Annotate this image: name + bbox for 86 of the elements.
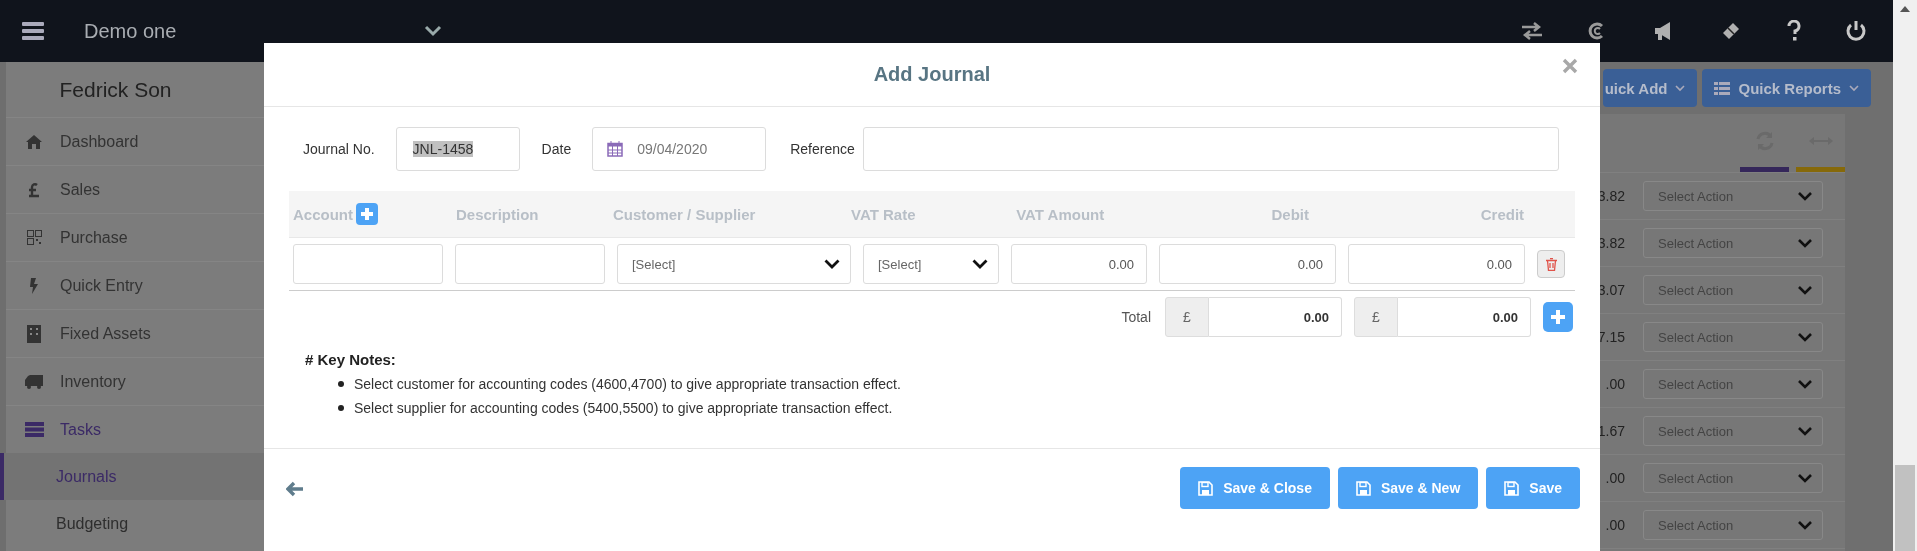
debit-field[interactable]: 0.00	[1159, 244, 1336, 284]
quick-reports-button[interactable]: Quick Reports	[1702, 69, 1871, 107]
bullet-icon	[338, 381, 344, 387]
menu-icon[interactable]	[22, 22, 44, 40]
home-icon	[26, 134, 42, 149]
column-header: VAT Amount	[1016, 205, 1105, 223]
sidebar-subitem[interactable]: Journals	[0, 453, 265, 500]
column-header: Description	[455, 205, 539, 223]
save-button[interactable]: Save & Close	[1180, 467, 1330, 509]
caret-icon	[1798, 520, 1812, 530]
sidebar-subitem[interactable]: Budgeting	[0, 500, 265, 547]
credit-field[interactable]: 0.00	[1348, 244, 1525, 284]
credit-total-field[interactable]: 0.00	[1398, 297, 1531, 337]
caret-icon	[1798, 191, 1812, 201]
pound-icon	[28, 181, 40, 198]
chevron-down-icon[interactable]	[424, 25, 442, 37]
note-text: Select supplier for accounting codes (5400,5500) to give appropriate transaction effect.	[354, 400, 893, 416]
amount-text: 7.15	[1597, 329, 1625, 345]
save-icon	[1504, 480, 1520, 496]
vat-rate-dropdown[interactable]: [Select]	[863, 244, 999, 284]
amount-text: 3.82	[1597, 188, 1625, 204]
caret-icon	[1798, 379, 1812, 389]
amount-text: 3.82	[1597, 235, 1625, 251]
currency-symbol: £	[1354, 297, 1398, 337]
column-header: Debit	[1271, 205, 1309, 223]
amount-text: .00	[1605, 517, 1625, 533]
notes-heading: # Key Notes:	[305, 351, 397, 368]
amount-text: 1.67	[1597, 423, 1625, 439]
caret-icon	[1798, 238, 1812, 248]
description-field[interactable]	[455, 244, 605, 284]
trash-icon	[1545, 257, 1557, 271]
save-icon	[1198, 480, 1214, 496]
amount-text: .00	[1605, 376, 1625, 392]
save-button[interactable]: Save & New	[1337, 467, 1479, 509]
lightning-icon	[29, 277, 39, 294]
qr-code-icon	[26, 230, 42, 245]
column-header: Account	[293, 205, 353, 223]
currency-symbol: £	[1165, 297, 1209, 337]
back-arrow-icon[interactable]	[286, 481, 304, 497]
column-header: VAT Rate	[851, 205, 916, 223]
note-text: Select customer for accounting codes (4600,4700) to give appropriate transaction effect.	[354, 376, 901, 392]
caret-icon	[1798, 426, 1812, 436]
date-field[interactable]: 09/04/2020	[592, 127, 767, 171]
delete-row-button[interactable]	[1537, 250, 1565, 278]
save-button[interactable]: Save	[1486, 467, 1580, 509]
dialog-title: Add Journal	[873, 63, 991, 86]
caret-icon	[1798, 285, 1812, 295]
vat-amount-field[interactable]: 0.00	[1011, 244, 1147, 284]
column-header: Customer / Supplier	[612, 205, 756, 223]
field-label: Date	[541, 141, 572, 157]
company-name[interactable]: Demo one	[84, 19, 424, 43]
total-label: Total	[1121, 309, 1151, 325]
help-icon[interactable]	[1786, 20, 1802, 42]
scroll-up-icon[interactable]	[1900, 6, 1910, 12]
calendar-icon	[607, 141, 624, 157]
close-icon[interactable]	[1562, 58, 1578, 74]
customer-supplier-dropdown[interactable]: [Select]	[617, 244, 851, 284]
scrollbar-track[interactable]	[1893, 0, 1917, 551]
caret-icon	[824, 259, 840, 269]
add-row-icon[interactable]	[1543, 302, 1573, 332]
caret-icon	[1798, 473, 1812, 483]
debit-total-field[interactable]: 0.00	[1209, 297, 1342, 337]
bullet-icon	[338, 405, 344, 411]
caret-icon	[1675, 84, 1686, 92]
tasks-icon	[24, 422, 44, 437]
reference-field[interactable]	[862, 127, 1559, 171]
user-name: Fedrick Son	[58, 76, 173, 103]
field-label: Journal No.	[303, 141, 375, 157]
list-icon	[1714, 81, 1731, 95]
save-icon	[1355, 480, 1371, 496]
add-account-icon[interactable]	[356, 203, 378, 225]
caret-icon	[1849, 84, 1859, 92]
building-icon	[27, 324, 41, 343]
caret-icon	[972, 259, 988, 269]
power-icon[interactable]	[1845, 20, 1867, 42]
journal-number-field[interactable]: JNL-1458	[395, 127, 520, 171]
truck-icon	[25, 374, 43, 389]
account-field[interactable]	[293, 244, 443, 284]
field-label: Reference	[790, 141, 855, 157]
caret-icon	[1798, 332, 1812, 342]
amount-text: .00	[1605, 470, 1625, 486]
column-header: Credit	[1480, 205, 1525, 223]
exchange-icon[interactable]	[1520, 21, 1544, 41]
amount-text: 3.07	[1597, 282, 1625, 298]
quick-add-button[interactable]: uick Add	[1602, 69, 1698, 107]
scrollbar-thumb[interactable]	[1895, 465, 1915, 551]
